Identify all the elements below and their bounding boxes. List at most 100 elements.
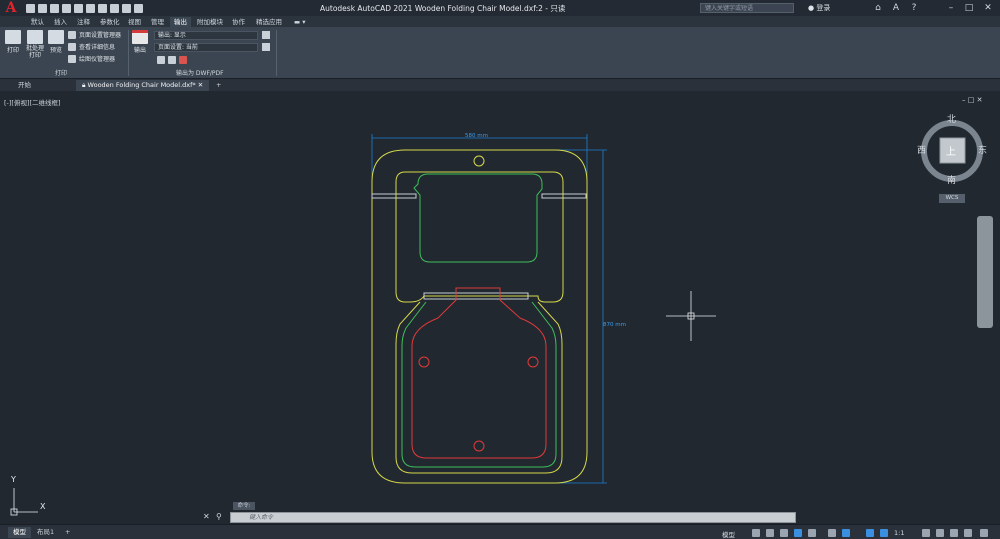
tab-layout1[interactable]: 布局1 (32, 527, 59, 538)
search-input[interactable]: 键入关键字或短语 (700, 3, 794, 13)
preview-icon (48, 30, 64, 44)
maximize-icon[interactable]: □ (963, 2, 975, 14)
page-setup-preview-icon[interactable] (262, 31, 270, 39)
autodesk-a360-icon[interactable]: A (890, 2, 902, 14)
close-icon[interactable]: ✕ (982, 2, 994, 14)
viewcube-east[interactable]: 东 (978, 143, 987, 156)
export-dwfx-icon[interactable] (168, 56, 176, 64)
save-as-icon[interactable] (62, 3, 71, 13)
page-setup-icon (68, 30, 76, 39)
printer-icon (5, 30, 21, 44)
annotation-scale-label[interactable]: 1:1 (894, 529, 904, 537)
window-title: Autodesk AutoCAD 2021 Wooden Folding Cha… (320, 4, 566, 13)
model-space-label[interactable]: 模型 (722, 529, 735, 539)
ortho-icon[interactable] (780, 529, 788, 537)
hang-hole (473, 155, 485, 167)
tab-parametric[interactable]: 参数化 (96, 17, 124, 27)
new-tab-button[interactable]: + (210, 80, 227, 91)
viewcube-south[interactable]: 南 (947, 173, 956, 186)
login-label: 登录 (816, 4, 831, 12)
save-icon[interactable] (50, 3, 59, 13)
chevron-down-icon[interactable] (134, 3, 143, 13)
page-setup-options-icon[interactable] (262, 43, 270, 51)
redo-icon[interactable] (122, 3, 131, 13)
clean-screen-icon[interactable] (964, 529, 972, 537)
ucs-x-label: X (40, 502, 46, 511)
panel-divider (128, 30, 129, 76)
crosshair-cursor (666, 291, 716, 341)
export-tools (157, 56, 187, 64)
grid-icon[interactable] (752, 529, 760, 537)
seat-bolt-bottom (473, 440, 485, 452)
units-icon[interactable] (950, 529, 958, 537)
tab-output[interactable]: 输出 (170, 17, 191, 27)
page-setup-select[interactable]: 页面设置: 当前 (154, 43, 258, 52)
navigation-bar[interactable] (977, 216, 993, 328)
tab-featured-apps[interactable]: 精选应用 (252, 17, 286, 27)
tab-start[interactable]: 开始 (12, 80, 37, 91)
tab-annotate[interactable]: 注释 (73, 17, 94, 27)
height-dimension-text: 870 mm (603, 322, 626, 328)
quick-access-toolbar (26, 3, 143, 13)
print-icon[interactable] (98, 3, 107, 13)
backrest-panel (413, 173, 543, 263)
auto-scale-icon[interactable] (880, 529, 888, 537)
command-input[interactable]: 键入命令 (230, 512, 796, 523)
ribbon-options-icon[interactable]: ▬ ▾ (290, 17, 309, 27)
add-icon[interactable] (936, 529, 944, 537)
open-file-icon[interactable] (38, 3, 47, 13)
new-file-icon[interactable] (26, 3, 35, 13)
tab-collaborate[interactable]: 协作 (228, 17, 249, 27)
add-layout-button[interactable]: + (60, 527, 75, 538)
tab-view[interactable]: 视图 (124, 17, 145, 27)
object-snap-tracking-icon[interactable] (828, 529, 836, 537)
viewport-controls-label[interactable]: [-][俯视][二维线框] (4, 97, 61, 107)
viewcube-north[interactable]: 北 (947, 112, 956, 125)
command-customize-icon[interactable]: ⚲ (216, 512, 222, 521)
batch-print-button[interactable]: 批处理 打印 (24, 30, 46, 59)
drawing-canvas (10, 120, 983, 516)
export-display-select[interactable]: 输出: 显示 (154, 31, 258, 40)
ribbon-tab-bar: 默认 插入 注释 参数化 视图 管理 输出 附加模块 协作 精选应用 ▬ ▾ (0, 16, 1000, 27)
export-pdf-small-icon[interactable] (179, 56, 187, 64)
page-setup-manager-button[interactable]: 页面设置管理器 (68, 30, 121, 39)
print-button[interactable]: 打印 (3, 30, 23, 54)
close-tab-icon[interactable]: ✕ (198, 81, 203, 89)
preview-button[interactable]: 预览 (46, 30, 66, 54)
export-button[interactable]: 输出 (131, 30, 149, 54)
drawing-viewport[interactable]: 580 mm 870 mm X Y 北 南 东 西 上 WCS (0, 92, 1000, 524)
viewcube-west[interactable]: 西 (917, 143, 926, 156)
tab-insert[interactable]: 插入 (50, 17, 71, 27)
viewcube-top-label[interactable]: 上 (946, 143, 956, 158)
object-snap-icon[interactable] (842, 529, 850, 537)
tab-addins[interactable]: 附加模块 (193, 17, 227, 27)
undo-icon[interactable] (110, 3, 119, 13)
customization-icon[interactable] (980, 529, 988, 537)
snap-icon[interactable] (766, 529, 774, 537)
polar-icon[interactable] (794, 529, 802, 537)
command-close-icon[interactable]: ✕ (203, 512, 210, 521)
plot-icon[interactable] (74, 3, 83, 13)
export-dwf-icon[interactable] (157, 56, 165, 64)
seat-bolt-left (418, 356, 430, 368)
web-mobile-icon[interactable] (86, 3, 95, 13)
help-icon[interactable]: ? (908, 2, 920, 14)
ribbon: 打印 批处理 打印 预览 页面设置管理器 查看详细信息 绘图仪管理器 输出 输出… (0, 27, 1000, 79)
plotter-manager-button[interactable]: 绘图仪管理器 (68, 54, 115, 63)
wcs-button[interactable]: WCS (939, 194, 965, 203)
tab-default[interactable]: 默认 (27, 17, 48, 27)
isodraft-icon[interactable] (808, 529, 816, 537)
tab-drawing[interactable]: 🔒︎ Wooden Folding Chair Model.dxf* ✕ (76, 80, 210, 91)
cart-icon[interactable]: ⌂ (872, 2, 884, 14)
workspace-gear-icon[interactable] (922, 529, 930, 537)
view-details-button[interactable]: 查看详细信息 (68, 42, 115, 51)
viewport-window-controls[interactable]: – □ ✕ (962, 96, 982, 104)
autocad-logo-icon[interactable]: A (0, 0, 22, 16)
export-pdf-icon (132, 30, 148, 44)
tab-manage[interactable]: 管理 (147, 17, 168, 27)
print-panel-label: 打印 (55, 70, 68, 77)
minimize-icon[interactable]: – (945, 2, 957, 14)
login-button[interactable]: ● 登录 (808, 3, 830, 13)
tab-model[interactable]: 模型 (8, 527, 31, 538)
annotation-visibility-icon[interactable] (866, 529, 874, 537)
